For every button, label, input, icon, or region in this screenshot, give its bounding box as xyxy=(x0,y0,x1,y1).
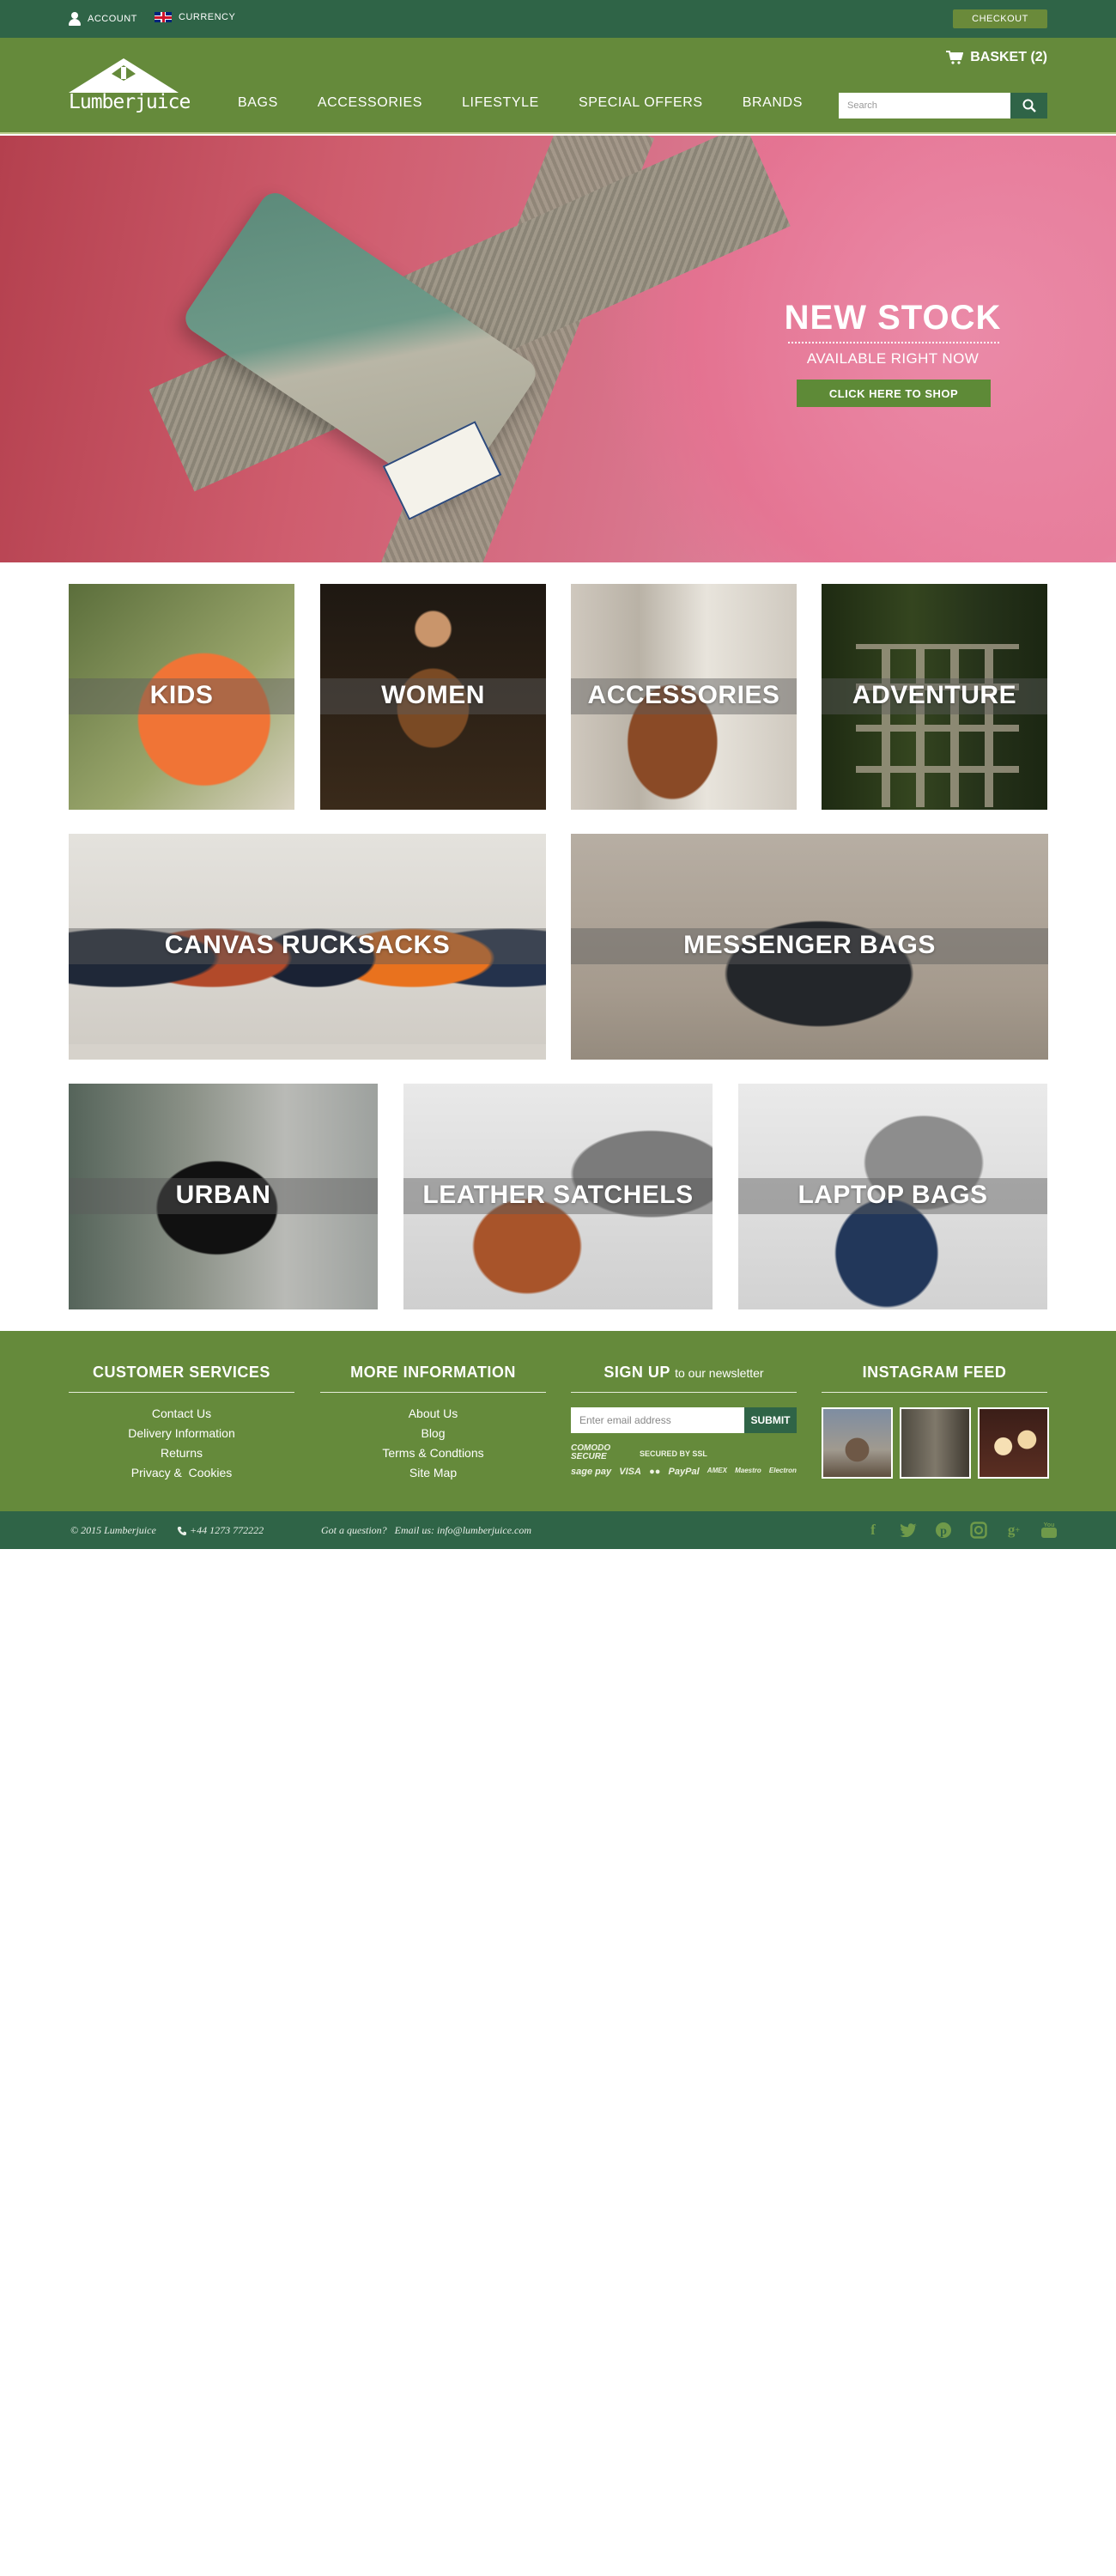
tile-label: MESSENGER BAGS xyxy=(683,931,936,959)
payment-sagepay: sage pay xyxy=(571,1467,612,1477)
pinterest-icon[interactable]: p xyxy=(935,1522,952,1539)
tile-label: LEATHER SATCHELS xyxy=(422,1181,694,1209)
nav-lifestyle[interactable]: LIFESTYLE xyxy=(462,95,539,111)
user-icon xyxy=(69,12,81,26)
customer-services-column: CUSTOMER SERVICES Contact Us Delivery In… xyxy=(69,1364,294,1483)
instagram-feed xyxy=(822,1407,1049,1479)
payment-electron: Electron xyxy=(768,1467,797,1474)
search-icon xyxy=(1022,99,1036,112)
signup-heading: SIGN UP to our newsletter xyxy=(571,1364,797,1393)
copyright-text: © 2015 Lumberjuice xyxy=(70,1524,156,1536)
instagram-thumb[interactable] xyxy=(822,1407,893,1479)
basket-label: BASKET (2) xyxy=(970,50,1047,64)
payment-paypal: PayPal xyxy=(668,1467,700,1477)
category-tile-kids[interactable]: KIDS xyxy=(69,584,294,810)
category-tile-accessories[interactable]: ACCESSORIES xyxy=(571,584,797,810)
shop-now-button[interactable]: CLICK HERE TO SHOP xyxy=(797,380,991,407)
instagram-thumb[interactable] xyxy=(978,1407,1049,1479)
google-plus-icon[interactable]: g + xyxy=(1005,1522,1022,1539)
secure-badges: COMODO SECURE SECURED BY SSL sage pay VI… xyxy=(571,1443,797,1484)
hero-banner[interactable]: NEW STOCK AVAILABLE RIGHT NOW CLICK HERE… xyxy=(0,136,1116,562)
footer-link-delivery[interactable]: Delivery Information xyxy=(128,1426,235,1440)
top-bar: ACCOUNT CURRENCY CHECKOUT xyxy=(0,0,1116,38)
footer-link-contact[interactable]: Contact Us xyxy=(152,1406,211,1420)
checkout-button[interactable]: CHECKOUT xyxy=(953,9,1047,28)
currency-label: CURRENCY xyxy=(179,12,236,22)
payment-visa: VISA xyxy=(619,1467,641,1477)
nav-brands[interactable]: BRANDS xyxy=(743,95,803,111)
payment-methods: sage pay VISA ●● PayPal AMEX Maestro Ele… xyxy=(571,1467,797,1477)
category-tile-urban[interactable]: URBAN xyxy=(69,1084,378,1309)
payment-maestro: Maestro xyxy=(735,1467,761,1474)
phone-block: +44 1273 772222 xyxy=(177,1524,264,1537)
bottom-bar: © 2015 Lumberjuice +44 1273 772222 Got a… xyxy=(0,1511,1116,1549)
payment-amex: AMEX xyxy=(707,1467,727,1474)
phone-number: +44 1273 772222 xyxy=(190,1524,264,1536)
hero-title: NEW STOCK xyxy=(784,299,1002,337)
customer-services-title: CUSTOMER SERVICES xyxy=(69,1364,294,1393)
svg-text:p: p xyxy=(940,1525,947,1538)
uk-flag-icon xyxy=(155,12,172,22)
hero-divider xyxy=(788,342,999,343)
youtube-icon[interactable]: You xyxy=(1040,1522,1058,1539)
footer-link-about[interactable]: About Us xyxy=(409,1406,458,1420)
account-link[interactable]: ACCOUNT xyxy=(69,12,137,26)
phone-icon xyxy=(177,1526,186,1535)
category-tile-leather-satchels[interactable]: LEATHER SATCHELS xyxy=(403,1084,713,1309)
nav-bags[interactable]: BAGS xyxy=(238,95,278,111)
tile-label: LAPTOP BAGS xyxy=(798,1181,988,1209)
account-label: ACCOUNT xyxy=(88,14,137,24)
currency-link[interactable]: CURRENCY xyxy=(155,12,235,22)
signup-column: SIGN UP to our newsletter xyxy=(571,1364,797,1393)
main-nav: BAGS ACCESSORIES LIFESTYLE SPECIAL OFFER… xyxy=(238,95,803,111)
newsletter-email-field[interactable] xyxy=(571,1407,744,1433)
signup-subtitle: to our newsletter xyxy=(675,1366,764,1380)
payment-mastercard: ●● xyxy=(649,1467,661,1477)
tile-label: CANVAS RUCKSACKS xyxy=(164,931,451,959)
category-tile-laptop-bags[interactable]: LAPTOP BAGS xyxy=(738,1084,1047,1309)
newsletter-submit-button[interactable]: SUBMIT xyxy=(744,1407,797,1433)
footer-link-terms[interactable]: Terms & Condtions xyxy=(382,1446,483,1460)
instagram-icon[interactable] xyxy=(970,1522,987,1539)
category-tile-adventure[interactable]: ADVENTURE xyxy=(822,584,1047,810)
search-input[interactable] xyxy=(839,93,1010,118)
social-links: f p g + You xyxy=(864,1522,1058,1539)
footer-link-sitemap[interactable]: Site Map xyxy=(409,1466,457,1479)
category-tile-canvas-rucksacks[interactable]: CANVAS RUCKSACKS xyxy=(69,834,546,1060)
nav-special-offers[interactable]: SPECIAL OFFERS xyxy=(579,95,703,111)
footer-link-privacy[interactable]: Privacy & Cookies xyxy=(131,1466,232,1479)
footer-link-blog[interactable]: Blog xyxy=(421,1426,445,1440)
basket-link[interactable]: BASKET (2) xyxy=(946,50,1047,65)
site-header: Lumberjuice BASKET (2) BAGS ACCESSORIES … xyxy=(0,38,1116,134)
comodo-badge: COMODO SECURE xyxy=(571,1443,611,1461)
more-information-title: MORE INFORMATION xyxy=(320,1364,546,1393)
facebook-icon[interactable]: f xyxy=(864,1522,882,1539)
category-tile-messenger-bags[interactable]: MESSENGER BAGS xyxy=(571,834,1048,1060)
svg-text:You: You xyxy=(1044,1522,1055,1528)
logo-text: Lumberjuice xyxy=(69,91,191,113)
ssl-label: SECURED BY SSL xyxy=(640,1449,707,1458)
tile-label: WOMEN xyxy=(381,681,485,709)
contact-email[interactable]: Got a question? Email us: info@lumberjui… xyxy=(321,1524,531,1537)
search-button[interactable] xyxy=(1010,93,1047,118)
tile-label: ADVENTURE xyxy=(852,681,1017,709)
twitter-icon[interactable] xyxy=(900,1522,917,1539)
instagram-title: INSTAGRAM FEED xyxy=(822,1364,1047,1393)
nav-accessories[interactable]: ACCESSORIES xyxy=(318,95,422,111)
more-information-column: MORE INFORMATION About Us Blog Terms & C… xyxy=(320,1364,546,1483)
tile-label: KIDS xyxy=(149,681,214,709)
cart-icon xyxy=(946,51,964,64)
instagram-column: INSTAGRAM FEED xyxy=(822,1364,1047,1393)
tile-label: ACCESSORIES xyxy=(587,681,780,709)
instagram-thumb[interactable] xyxy=(900,1407,971,1479)
signup-title: SIGN UP xyxy=(603,1364,670,1381)
category-tile-women[interactable]: WOMEN xyxy=(320,584,546,810)
tile-label: URBAN xyxy=(175,1181,271,1209)
footer-link-returns[interactable]: Returns xyxy=(161,1446,203,1460)
hero-subtitle: AVAILABLE RIGHT NOW xyxy=(806,350,980,367)
